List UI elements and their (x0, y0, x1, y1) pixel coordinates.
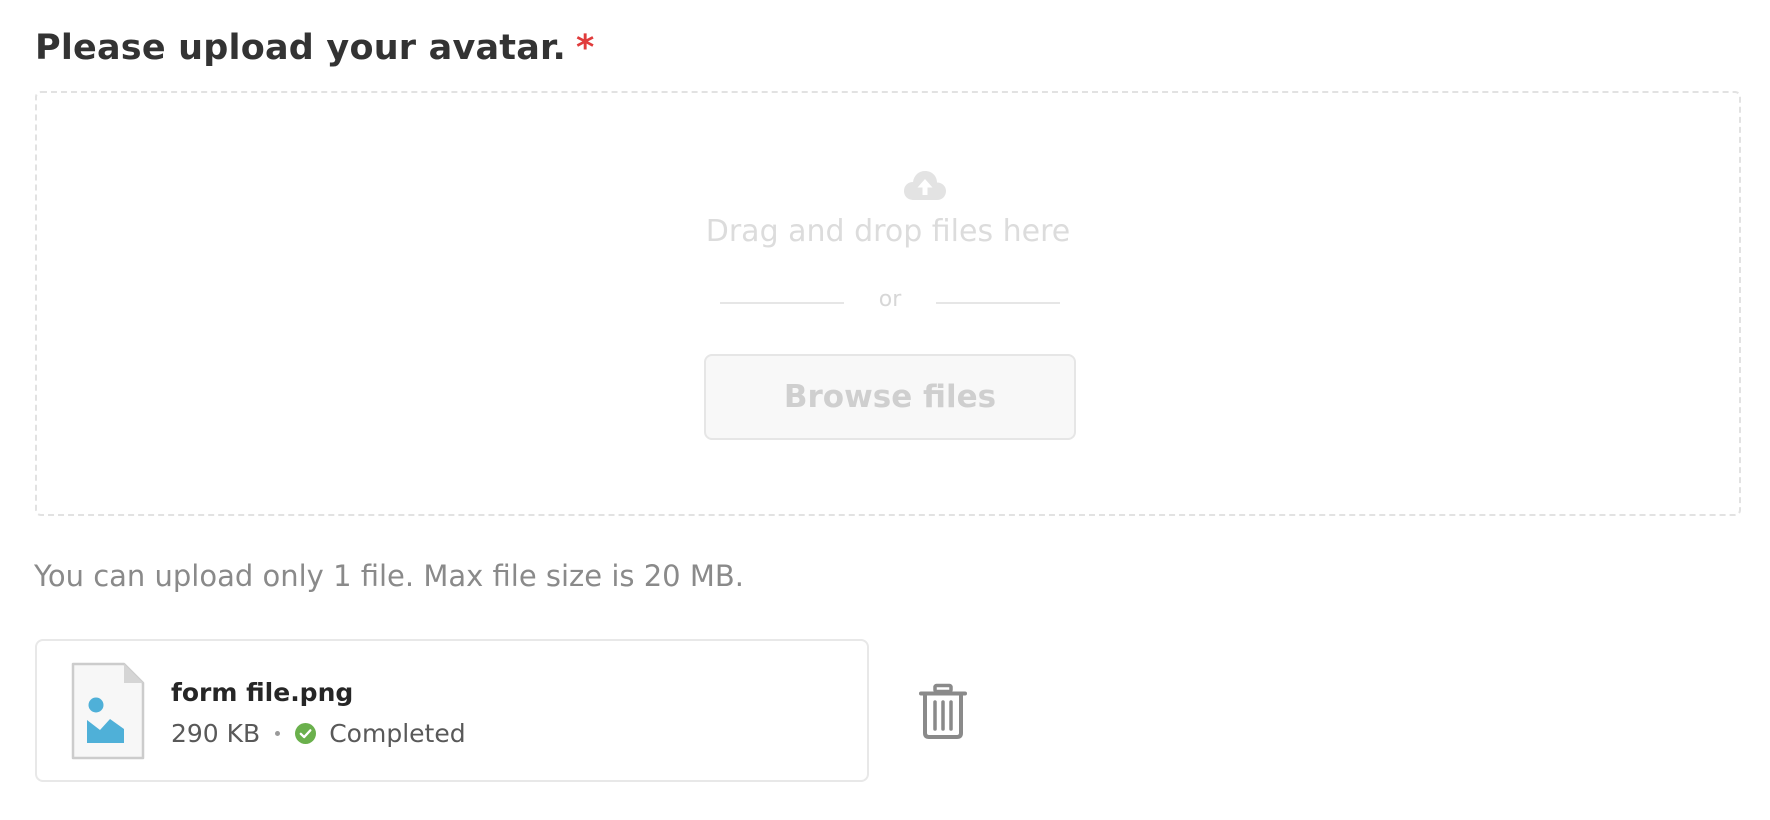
field-label-text: Please upload your avatar. (35, 28, 567, 68)
meta-separator-dot (275, 730, 281, 736)
upload-status: Completed (329, 718, 466, 748)
required-marker: * (576, 28, 595, 68)
file-name: form file.png (171, 678, 354, 707)
check-circle-icon (295, 722, 317, 744)
field-label: Please upload your avatar. * (35, 28, 595, 68)
upload-helper-text: You can upload only 1 file. Max file siz… (34, 559, 744, 593)
file-meta: 290 KB Completed (171, 716, 466, 750)
uploaded-file-card: form file.png 290 KB Completed (35, 639, 869, 782)
separator-line-right (936, 302, 1060, 304)
image-file-icon (71, 662, 145, 760)
cloud-upload-icon (904, 171, 946, 200)
or-separator: or (720, 287, 1060, 317)
browse-files-button[interactable]: Browse files (704, 354, 1076, 440)
file-size: 290 KB (171, 718, 261, 748)
separator-text: or (878, 287, 902, 312)
trash-icon[interactable] (918, 683, 968, 739)
drag-drop-text: Drag and drop files here (705, 214, 1071, 249)
file-dropzone[interactable]: Drag and drop files here or Browse files (35, 91, 1741, 516)
